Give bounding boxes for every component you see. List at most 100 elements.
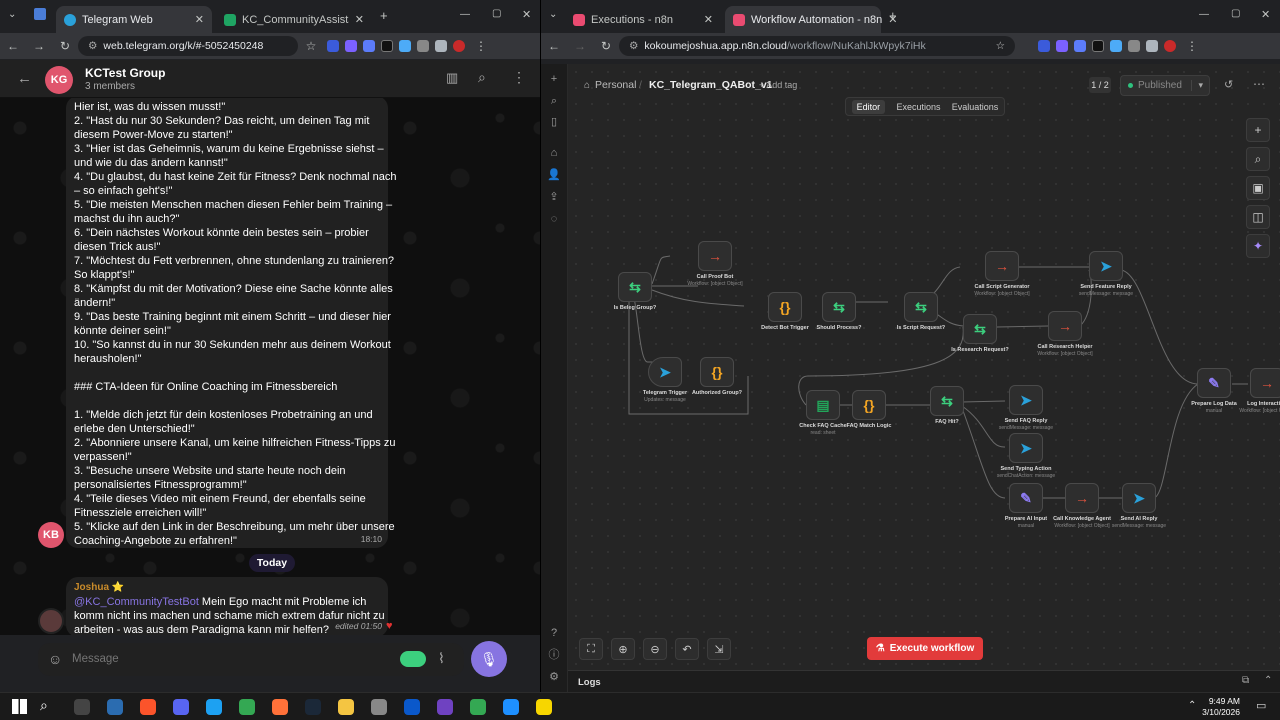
workflow-node[interactable]: ⇆ [822, 292, 856, 322]
obs-icon[interactable] [437, 699, 453, 715]
puzzle-icon[interactable] [435, 40, 447, 52]
sticker-icon[interactable] [400, 651, 426, 667]
search-icon[interactable]: ⌕ [547, 94, 561, 108]
maximize-icon[interactable]: ▢ [1231, 8, 1240, 19]
share-icon[interactable]: ⇪ [547, 190, 561, 204]
close-icon[interactable]: ✕ [704, 13, 713, 26]
chrome-icon[interactable] [470, 699, 486, 715]
extension-icon[interactable] [399, 40, 411, 52]
windows-start-icon[interactable] [12, 699, 27, 714]
fit-view-button[interactable]: ⛶ [579, 638, 603, 660]
address-bar[interactable]: ⚙ web.telegram.org/k/#-5052450248 [78, 36, 298, 56]
attach-icon[interactable]: ⌇ [438, 650, 445, 667]
execute-workflow-button[interactable]: ⚗ Execute workflow [867, 637, 983, 660]
menu-icon[interactable]: ⋮ [1179, 39, 1205, 53]
workflow-node[interactable]: → [1065, 483, 1099, 513]
close-icon[interactable]: ✕ [195, 13, 204, 26]
workflow-node[interactable]: ➤ [1009, 385, 1043, 415]
tab-executions[interactable]: Executions - n8n ✕ [565, 6, 721, 33]
edge-icon[interactable] [206, 699, 222, 715]
extension-icon[interactable] [381, 40, 393, 52]
bookmark-icon[interactable]: ☆ [996, 40, 1005, 52]
workflow-node[interactable]: {} [768, 292, 802, 322]
workflow-node[interactable]: ✎ [1197, 368, 1231, 398]
menu-icon[interactable]: ⋮ [468, 39, 494, 53]
minimize-icon[interactable]: — [460, 9, 470, 20]
chat-messages[interactable]: Hier ist, was du wissen musst!" 2. "Hast … [0, 98, 540, 635]
maximize-icon[interactable]: ▢ [492, 8, 501, 19]
tab-sheets[interactable]: KC_CommunityAssistant_Data ✕ [216, 6, 372, 33]
extension-icon[interactable] [1056, 40, 1068, 52]
home-icon[interactable]: ⌂ [547, 146, 561, 160]
workflow-node[interactable]: ▤ [806, 390, 840, 420]
site-info-icon[interactable]: ⚙ [629, 40, 638, 52]
app-icon[interactable] [503, 699, 519, 715]
bot-mention-link[interactable]: @KC_CommunityTestBot [74, 596, 199, 608]
chrome-icon[interactable] [239, 699, 255, 715]
tab-workflow[interactable]: Workflow Automation - n8n ✕ [725, 6, 897, 33]
tab-telegram[interactable]: Telegram Web ✕ [56, 6, 212, 33]
poll-icon[interactable]: ▥ [446, 70, 458, 86]
workflow-node[interactable]: ➤ [1089, 251, 1123, 281]
forward-icon[interactable]: → [567, 39, 593, 53]
back-icon[interactable]: ← [541, 39, 567, 53]
info-icon[interactable]: ⓘ [547, 648, 561, 662]
app-icon[interactable] [371, 699, 387, 715]
expand-icon[interactable]: ⌃ [1264, 675, 1272, 686]
chat-icon[interactable]: ◌ [547, 212, 561, 226]
tab-search-icon[interactable]: ⌄ [8, 9, 16, 20]
user-icon[interactable]: 👤 [547, 168, 561, 182]
workflow-node[interactable]: ➤ [648, 357, 682, 387]
add-icon[interactable]: + [547, 72, 561, 86]
extension-icon[interactable] [345, 40, 357, 52]
workflow-node[interactable]: ➤ [1122, 483, 1156, 513]
firefox-icon[interactable] [272, 699, 288, 715]
workflow-node[interactable]: → [698, 241, 732, 271]
group-avatar[interactable]: KG [45, 66, 73, 94]
message-input[interactable] [72, 649, 372, 669]
workflow-node[interactable]: ➤ [1009, 433, 1043, 463]
epic-games-icon[interactable] [74, 699, 90, 715]
chevron-up-icon[interactable]: ⌃ [1188, 700, 1196, 711]
workflow-node[interactable]: → [985, 251, 1019, 281]
workflow-node[interactable]: ⇆ [963, 314, 997, 344]
tab-group-icon[interactable] [34, 8, 46, 20]
address-bar[interactable]: ⚙ kokoumejoshua.app.n8n.cloud/workflow/N… [619, 36, 1015, 56]
extension-icon[interactable] [417, 40, 429, 52]
workflow-node[interactable]: → [1048, 311, 1082, 341]
site-info-icon[interactable]: ⚙ [88, 40, 97, 52]
panel-icon[interactable]: ▯ [547, 115, 561, 129]
undo-button[interactable]: ↶ [675, 638, 699, 660]
search-icon[interactable]: ⌕ [478, 69, 486, 86]
workflow-node[interactable]: ⇆ [904, 292, 938, 322]
extension-icon[interactable] [327, 40, 339, 52]
workflow-node[interactable]: → [1250, 368, 1280, 398]
forward-icon[interactable]: → [26, 39, 52, 53]
reload-icon[interactable]: ↻ [593, 39, 619, 53]
steam-icon[interactable] [305, 699, 321, 715]
tidy-up-button[interactable]: ⇲ [707, 638, 731, 660]
back-arrow-icon[interactable]: ← [17, 70, 32, 87]
system-clock[interactable]: 9:49 AM 3/10/2026 [1200, 696, 1240, 718]
extension-icon[interactable] [1128, 40, 1140, 52]
more-icon[interactable]: ⋮ [512, 69, 526, 86]
brave-icon[interactable] [140, 699, 156, 715]
extension-icon[interactable] [1074, 40, 1086, 52]
chat-title[interactable]: KCTest Group [85, 66, 165, 80]
new-tab-icon[interactable]: + [380, 8, 388, 23]
zoom-out-button[interactable]: ⊖ [643, 638, 667, 660]
heart-reaction-icon[interactable]: ♥ [386, 620, 393, 632]
settings-icon[interactable]: ⚙ [547, 670, 561, 684]
copilot-icon[interactable] [107, 699, 123, 715]
bookmark-icon[interactable]: ☆ [298, 39, 324, 53]
file-explorer-icon[interactable] [338, 699, 354, 715]
close-window-icon[interactable]: ✕ [522, 8, 531, 21]
bot-avatar[interactable]: KB [38, 522, 64, 548]
popout-icon[interactable]: ⧉ [1242, 675, 1249, 686]
workflow-canvas[interactable]: ⌂ Personal / KC_Telegram_QABot_v1 + Add … [568, 64, 1280, 670]
extension-icon[interactable] [1092, 40, 1104, 52]
extension-icon[interactable] [1038, 40, 1050, 52]
extension-icon[interactable] [363, 40, 375, 52]
extension-icon[interactable] [1110, 40, 1122, 52]
puzzle-icon[interactable] [1146, 40, 1158, 52]
